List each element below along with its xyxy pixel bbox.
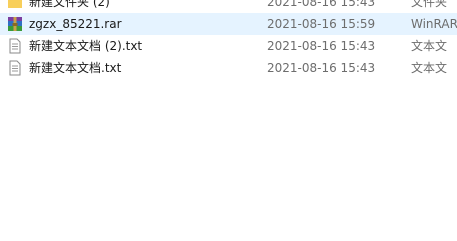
file-name: 新建文本文档.txt (29, 61, 122, 75)
file-row-rar[interactable]: zgzx_85221.rar 2021-08-16 15:59 WinRAR (0, 13, 457, 35)
file-date: 2021-08-16 15:43 (267, 61, 376, 75)
file-date: 2021-08-16 15:59 (267, 17, 376, 31)
folder-icon (7, 0, 23, 10)
text-file-icon (7, 38, 23, 54)
winrar-archive-icon (7, 16, 23, 32)
file-type: 文件夹 (411, 0, 448, 9)
file-row-text-2[interactable]: 新建文本文档 (2).txt 2021-08-16 15:43 文本文 (0, 35, 457, 57)
file-list: 新建文件夹 (2) 2021-08-16 15:43 文件夹 zgzx_8522… (0, 0, 457, 241)
file-row-text[interactable]: 新建文本文档.txt 2021-08-16 15:43 文本文 (0, 57, 457, 79)
file-name: 新建文件夹 (2) (29, 0, 110, 9)
file-type: WinRAR (411, 17, 457, 31)
file-date: 2021-08-16 15:43 (267, 0, 376, 9)
text-file-icon (7, 60, 23, 76)
file-type: 文本文 (411, 61, 448, 75)
file-row-folder[interactable]: 新建文件夹 (2) 2021-08-16 15:43 文件夹 (0, 0, 457, 13)
file-name: zgzx_85221.rar (29, 17, 122, 31)
file-name: 新建文本文档 (2).txt (29, 39, 143, 53)
file-date: 2021-08-16 15:43 (267, 39, 376, 53)
file-type: 文本文 (411, 39, 448, 53)
